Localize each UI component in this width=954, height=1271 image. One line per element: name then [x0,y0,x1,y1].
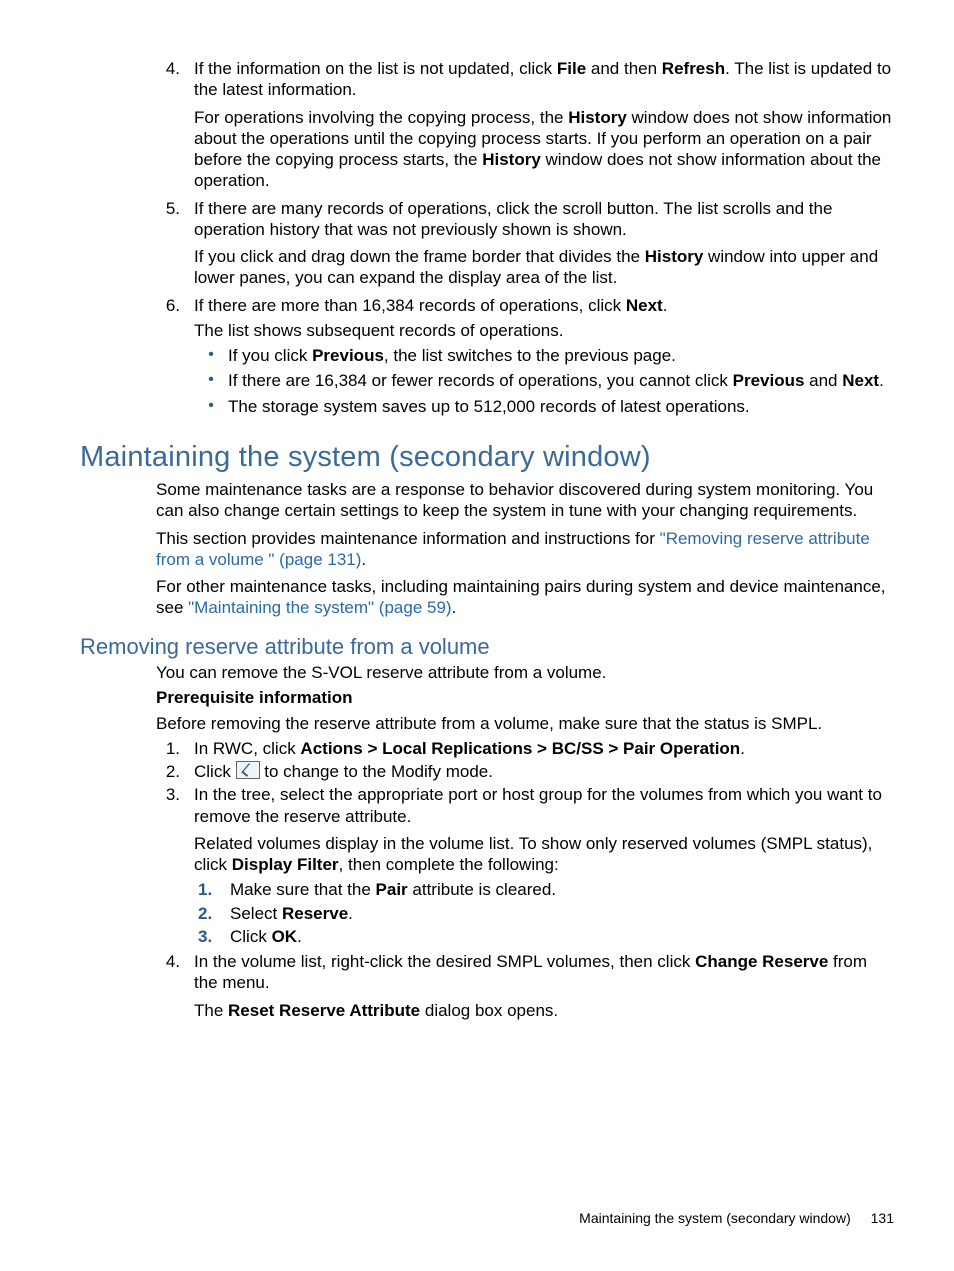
step-5: 5. If there are many records of operatio… [156,198,894,293]
page-number: 131 [871,1210,894,1226]
sub-step-3-substeps: 1.Make sure that the Pair attribute is c… [194,879,894,947]
step-number: 4. [156,58,194,196]
step-5-p1: If there are many records of operations,… [194,198,894,241]
subsection-heading-removing: Removing reserve attribute from a volume [80,633,894,661]
section-p1: Some maintenance tasks are a response to… [156,479,894,522]
subsection-steps: 1. In RWC, click Actions > Local Replica… [156,738,894,1025]
bullet-icon: • [194,396,228,417]
prerequisite-label: Prerequisite information [156,687,894,708]
section-heading-maintaining: Maintaining the system (secondary window… [80,439,894,475]
bullet-2: • If there are 16,384 or fewer records o… [194,370,894,391]
sub-p2: Before removing the reserve attribute fr… [156,713,894,734]
step-4-p1: If the information on the list is not up… [194,58,894,101]
step-4-p2: For operations involving the copying pro… [194,107,894,192]
link-maintaining-system[interactable]: "Maintaining the system" (page 59) [188,598,451,617]
step-number: 6. [156,295,194,421]
step-6: 6. If there are more than 16,384 records… [156,295,894,421]
section-p2: This section provides maintenance inform… [156,528,894,571]
sub-step-2: 2. Click to change to the Modify mode. [156,761,894,782]
sub-step-3-p2: Related volumes display in the volume li… [194,833,894,876]
sub-step-3: 3. In the tree, select the appropriate p… [156,784,894,949]
page-footer: Maintaining the system (secondary window… [579,1210,894,1228]
step-6-bullets: • If you click Previous, the list switch… [194,345,894,417]
bullet-icon: • [194,370,228,391]
step-5-p2: If you click and drag down the frame bor… [194,246,894,289]
step-6-p2: The list shows subsequent records of ope… [194,320,894,341]
sub-step-1: 1. In RWC, click Actions > Local Replica… [156,738,894,759]
step-6-p1: If there are more than 16,384 records of… [194,295,894,316]
step-4: 4. If the information on the list is not… [156,58,894,196]
step-number: 5. [156,198,194,293]
bullet-3: • The storage system saves up to 512,000… [194,396,894,417]
sub-step-4: 4. In the volume list, right-click the d… [156,951,894,1025]
section-p3: For other maintenance tasks, including m… [156,576,894,619]
bullet-1: • If you click Previous, the list switch… [194,345,894,366]
sub-p1: You can remove the S-VOL reserve attribu… [156,662,894,683]
footer-text: Maintaining the system (secondary window… [579,1210,851,1226]
modify-mode-icon [236,761,260,779]
sub-step-4-p1: In the volume list, right-click the desi… [194,951,894,994]
bullet-icon: • [194,345,228,366]
top-ordered-list: 4. If the information on the list is not… [156,58,894,421]
sub-step-4-p2: The Reset Reserve Attribute dialog box o… [194,1000,894,1021]
